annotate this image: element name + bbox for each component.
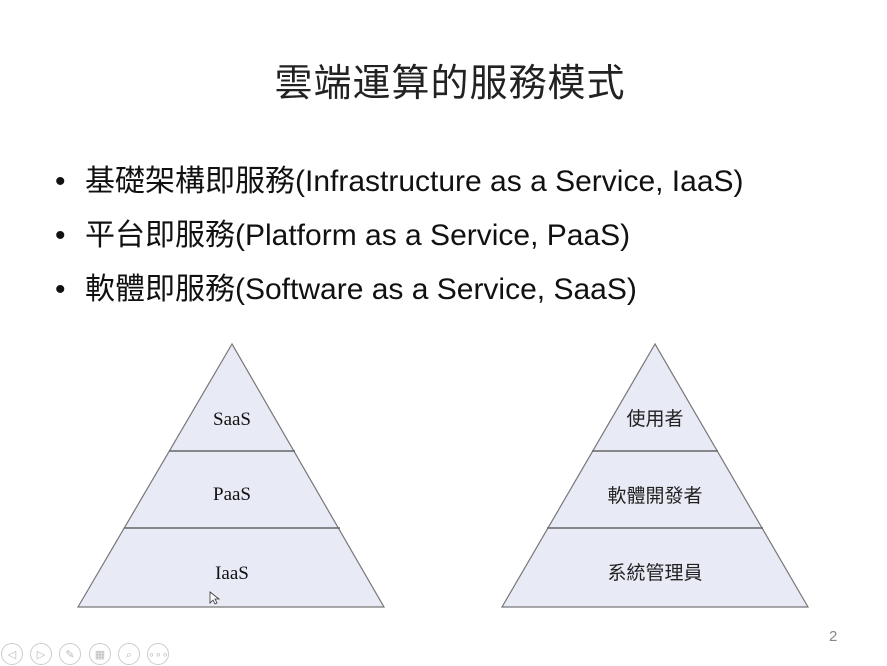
pyramid-diagrams: SaaS PaaS IaaS 使用者 軟體開發者 系統管理員 [76,342,810,608]
layer-label-paas: PaaS [213,484,251,505]
user-role-pyramid: 使用者 軟體開發者 系統管理員 [500,342,810,608]
role-label-user: 使用者 [626,408,683,430]
previous-slide-icon[interactable]: ◁ [1,643,23,665]
zoom-icon[interactable]: ⌕ [118,643,140,665]
page-number: 2 [829,628,838,645]
more-options-icon[interactable]: ∘∘∘ [147,643,169,665]
layer-label-saas: SaaS [213,409,251,430]
pen-icon[interactable]: ✎ [59,643,81,665]
role-label-developer: 軟體開發者 [607,485,702,507]
role-label-admin: 系統管理員 [607,562,702,584]
next-slide-icon[interactable]: ▷ [30,643,52,665]
layer-label-iaas: IaaS [215,563,249,584]
slide-sorter-icon[interactable]: ▦ [89,643,111,665]
service-model-pyramid: SaaS PaaS IaaS [76,342,386,608]
